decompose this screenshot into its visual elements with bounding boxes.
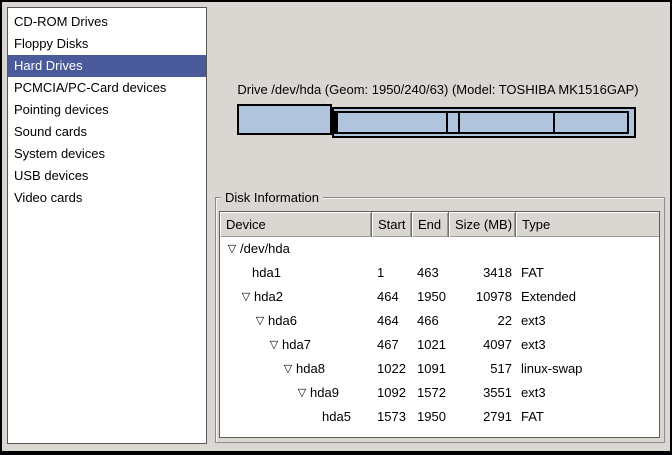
partition-segment-hda7 [336, 111, 448, 134]
end-cell: 1950 [412, 285, 449, 309]
column-header-end[interactable]: End [412, 212, 449, 237]
device-name: hda9 [310, 381, 339, 405]
column-header-start[interactable]: Start [372, 212, 412, 237]
size-cell: 3551 [449, 381, 516, 405]
sidebar-item-floppy-disks[interactable]: Floppy Disks [8, 33, 206, 55]
partition-table-body: ▽/dev/hdahda114633418FAT▽hda246419501097… [220, 237, 659, 429]
device-cell: ▽hda2 [220, 285, 372, 309]
start-cell: 1022 [372, 357, 412, 381]
size-cell: 2791 [449, 405, 516, 429]
start-cell: 464 [372, 285, 412, 309]
expander-open-triangle-icon[interactable]: ▽ [252, 309, 268, 333]
type-cell [516, 237, 659, 261]
device-cell: hda5 [220, 405, 372, 429]
device-name: hda1 [252, 261, 281, 285]
disk-information-title: Disk Information [221, 190, 323, 205]
drive-description-label: Drive /dev/hda (Geom: 1950/240/63) (Mode… [215, 82, 661, 97]
type-cell: Extended [516, 285, 659, 309]
table-row-hda7[interactable]: ▽hda746710214097ext3 [220, 333, 659, 357]
tree-indent [220, 321, 252, 322]
partition-segment-hda2-extended [332, 107, 636, 138]
device-category-list: CD-ROM DrivesFloppy DisksHard DrivesPCMC… [7, 7, 207, 444]
table-row-dev-hda[interactable]: ▽/dev/hda [220, 237, 659, 261]
type-cell: ext3 [516, 309, 659, 333]
end-cell: 463 [412, 261, 449, 285]
size-cell: 517 [449, 357, 516, 381]
tree-indent [220, 297, 238, 298]
start-cell [372, 237, 412, 261]
device-cell: hda1 [220, 261, 372, 285]
start-cell: 1573 [372, 405, 412, 429]
sidebar-item-usb-devices[interactable]: USB devices [8, 165, 206, 187]
end-cell: 466 [412, 309, 449, 333]
type-cell: FAT [516, 405, 659, 429]
type-cell: FAT [516, 261, 659, 285]
tree-indent [220, 417, 308, 418]
partition-segment-hda1 [237, 104, 332, 135]
expander-open-triangle-icon[interactable]: ▽ [224, 237, 240, 261]
table-row-hda9[interactable]: ▽hda9109215723551ext3 [220, 381, 659, 405]
column-header-device[interactable]: Device [220, 212, 372, 237]
device-cell: ▽/dev/hda [220, 237, 372, 261]
expander-open-triangle-icon[interactable]: ▽ [280, 357, 296, 381]
partition-table: DeviceStartEndSize (MB)Type ▽/dev/hdahda… [219, 211, 660, 438]
column-header-type[interactable]: Type [516, 212, 659, 237]
size-cell: 22 [449, 309, 516, 333]
size-cell: 10978 [449, 285, 516, 309]
size-cell: 4097 [449, 333, 516, 357]
device-cell: ▽hda9 [220, 381, 372, 405]
device-name: hda6 [268, 309, 297, 333]
start-cell: 464 [372, 309, 412, 333]
size-cell [449, 237, 516, 261]
size-cell: 3418 [449, 261, 516, 285]
disk-information-groupbox: Disk Information DeviceStartEndSize (MB)… [215, 197, 665, 443]
end-cell: 1091 [412, 357, 449, 381]
expander-open-triangle-icon[interactable]: ▽ [294, 381, 310, 405]
sidebar-item-pointing-devices[interactable]: Pointing devices [8, 99, 206, 121]
sidebar-item-hard-drives[interactable]: Hard Drives [8, 55, 206, 77]
partition-segment-hda9 [458, 111, 555, 134]
table-row-hda5[interactable]: hda5 157319502791FAT [220, 405, 659, 429]
sidebar-item-sound-cards[interactable]: Sound cards [8, 121, 206, 143]
expander-open-triangle-icon[interactable]: ▽ [266, 333, 282, 357]
device-name: hda8 [296, 357, 325, 381]
device-name: hda5 [322, 405, 351, 429]
sidebar-item-video-cards[interactable]: Video cards [8, 187, 206, 209]
device-cell: ▽hda7 [220, 333, 372, 357]
hardware-browser-window: CD-ROM DrivesFloppy DisksHard DrivesPCMC… [0, 0, 672, 455]
table-row-hda6[interactable]: ▽hda646446622ext3 [220, 309, 659, 333]
device-cell: ▽hda6 [220, 309, 372, 333]
start-cell: 1092 [372, 381, 412, 405]
column-header-size-mb[interactable]: Size (MB) [449, 212, 516, 237]
partition-table-header: DeviceStartEndSize (MB)Type [220, 212, 659, 237]
type-cell: ext3 [516, 333, 659, 357]
end-cell: 1950 [412, 405, 449, 429]
type-cell: linux-swap [516, 357, 659, 381]
type-cell: ext3 [516, 381, 659, 405]
sidebar-item-pcmcia-pc-card-devices[interactable]: PCMCIA/PC-Card devices [8, 77, 206, 99]
device-name: hda2 [254, 285, 283, 309]
end-cell [412, 237, 449, 261]
table-row-hda1[interactable]: hda1 14633418FAT [220, 261, 659, 285]
table-row-hda2[interactable]: ▽hda2464195010978Extended [220, 285, 659, 309]
sidebar-item-system-devices[interactable]: System devices [8, 143, 206, 165]
tree-indent [220, 393, 294, 394]
sidebar-item-cd-rom-drives[interactable]: CD-ROM Drives [8, 11, 206, 33]
start-cell: 467 [372, 333, 412, 357]
partition-bar-graphic [237, 104, 636, 142]
device-name: /dev/hda [240, 237, 290, 261]
tree-indent [220, 273, 238, 274]
end-cell: 1572 [412, 381, 449, 405]
device-cell: ▽hda8 [220, 357, 372, 381]
expander-open-triangle-icon[interactable]: ▽ [238, 285, 254, 309]
table-row-hda8[interactable]: ▽hda810221091517linux-swap [220, 357, 659, 381]
tree-indent [220, 369, 280, 370]
extended-partition-contents [334, 111, 634, 134]
start-cell: 1 [372, 261, 412, 285]
end-cell: 1021 [412, 333, 449, 357]
device-name: hda7 [282, 333, 311, 357]
tree-indent [220, 345, 266, 346]
partition-segment-hda5 [553, 111, 629, 134]
